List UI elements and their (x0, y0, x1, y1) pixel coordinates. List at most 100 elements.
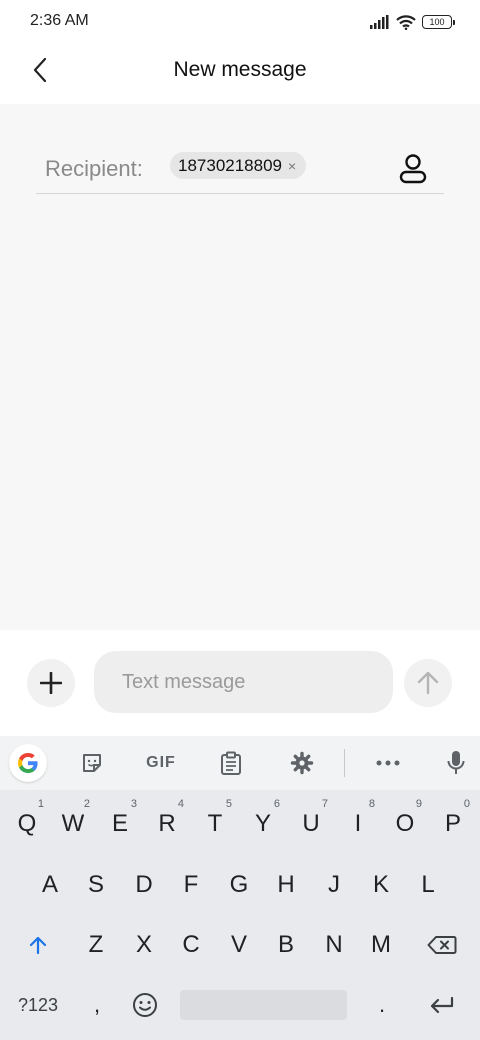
app-header: New message (0, 44, 480, 104)
key-label: H (277, 871, 295, 898)
shift-key[interactable] (14, 921, 62, 969)
more-options-button[interactable] (368, 743, 408, 783)
key-hint: 6 (273, 798, 280, 810)
key-d[interactable]: D (121, 861, 167, 909)
key-label: K (372, 871, 389, 898)
key-s[interactable]: S (73, 861, 119, 909)
key-a[interactable]: A (27, 861, 73, 909)
key-label: P (444, 810, 461, 837)
remove-recipient-icon[interactable]: × (288, 159, 296, 173)
comma-key[interactable]: , (76, 981, 118, 1029)
key-l[interactable]: L (405, 861, 451, 909)
voice-input-button[interactable] (436, 743, 476, 783)
key-w[interactable]: W2 (50, 798, 96, 848)
key-label: D (135, 871, 153, 898)
sticker-button[interactable] (72, 743, 112, 783)
key-label: G (229, 871, 249, 898)
status-bar: 2:36 AM 100 (0, 0, 480, 44)
key-label: , (93, 992, 101, 1017)
key-n[interactable]: N (311, 921, 357, 969)
message-input[interactable] (94, 651, 393, 713)
page-title: New message (173, 58, 307, 81)
key-label: B (277, 931, 294, 958)
key-label: J (328, 871, 340, 898)
microphone-icon (447, 751, 465, 774)
compose-bar (0, 630, 480, 736)
key-label: W (61, 810, 85, 837)
key-label: Z (88, 931, 104, 958)
period-key[interactable]: . (360, 981, 404, 1029)
key-label: R (158, 810, 176, 837)
enter-key[interactable] (418, 981, 466, 1029)
key-label: ?123 (17, 994, 59, 1015)
key-m[interactable]: M (358, 921, 404, 969)
space-key[interactable] (180, 990, 347, 1020)
attach-button[interactable] (27, 659, 75, 707)
key-u[interactable]: U7 (288, 798, 334, 848)
key-label: S (87, 871, 104, 898)
recipient-chip-number: 18730218809 (178, 155, 283, 175)
shift-arrow-icon (29, 936, 47, 955)
key-b[interactable]: B (263, 921, 309, 969)
key-h[interactable]: H (263, 861, 309, 909)
keyboard: GIF Q 1 W 2 E 3 R 4 T 5 Y 6 U 7 I 8 O 9 … (0, 736, 480, 1040)
recipient-field[interactable]: Recipient: 18730218809 × (36, 144, 444, 194)
smiley-icon (133, 993, 157, 1017)
google-button[interactable] (9, 744, 47, 782)
settings-button[interactable] (282, 743, 322, 783)
gif-button[interactable]: GIF (140, 743, 182, 783)
key-label: . (378, 992, 386, 1017)
send-button[interactable] (404, 659, 452, 707)
key-f[interactable]: F (168, 861, 214, 909)
key-c[interactable]: C (168, 921, 214, 969)
key-hint: 2 (83, 798, 90, 810)
key-label: X (135, 931, 152, 958)
key-x[interactable]: X (121, 921, 167, 969)
key-p[interactable]: P0 (430, 798, 476, 848)
key-label: L (421, 871, 435, 898)
key-hint: 4 (177, 798, 184, 810)
battery-level: 100 (429, 16, 445, 27)
key-z[interactable]: Z (73, 921, 119, 969)
key-q[interactable]: Q1 (4, 798, 50, 848)
status-time: 2:36 AM (30, 12, 89, 29)
key-hint: 3 (130, 798, 137, 810)
emoji-key[interactable] (123, 981, 167, 1029)
key-e[interactable]: E3 (97, 798, 143, 848)
contact-picker-button[interactable] (396, 152, 430, 186)
google-logo-icon (18, 753, 38, 773)
keyboard-toolbar: GIF (0, 736, 480, 790)
signal-icon (370, 15, 389, 29)
key-label: F (183, 871, 199, 898)
plus-icon (40, 672, 62, 694)
key-label: E (111, 810, 128, 837)
recipient-chip[interactable]: 18730218809 × (170, 152, 307, 179)
backspace-key[interactable] (418, 921, 466, 969)
battery-icon: 100 (422, 15, 455, 29)
key-j[interactable]: J (311, 861, 357, 909)
symbols-key[interactable]: ?123 (8, 981, 68, 1029)
clipboard-icon (221, 751, 241, 775)
key-y[interactable]: Y6 (240, 798, 286, 848)
key-label: V (230, 931, 247, 958)
key-t[interactable]: T5 (192, 798, 238, 848)
conversation-area: Recipient: 18730218809 × (0, 104, 480, 630)
key-k[interactable]: K (358, 861, 404, 909)
enter-icon (430, 996, 454, 1014)
key-o[interactable]: O9 (382, 798, 428, 848)
clipboard-button[interactable] (211, 743, 251, 783)
key-hint: 9 (415, 798, 422, 810)
status-icons: 100 (370, 12, 455, 32)
recipient-label: Recipient: (45, 156, 143, 181)
wifi-icon (396, 14, 416, 30)
key-label: Q (17, 810, 37, 837)
gear-icon (290, 751, 314, 775)
key-hint: 8 (368, 798, 375, 810)
key-g[interactable]: G (216, 861, 262, 909)
key-i[interactable]: I8 (335, 798, 381, 848)
key-r[interactable]: R4 (144, 798, 190, 848)
key-v[interactable]: V (216, 921, 262, 969)
key-label: T (207, 810, 223, 837)
key-label: Y (254, 810, 271, 837)
person-icon (399, 154, 427, 184)
